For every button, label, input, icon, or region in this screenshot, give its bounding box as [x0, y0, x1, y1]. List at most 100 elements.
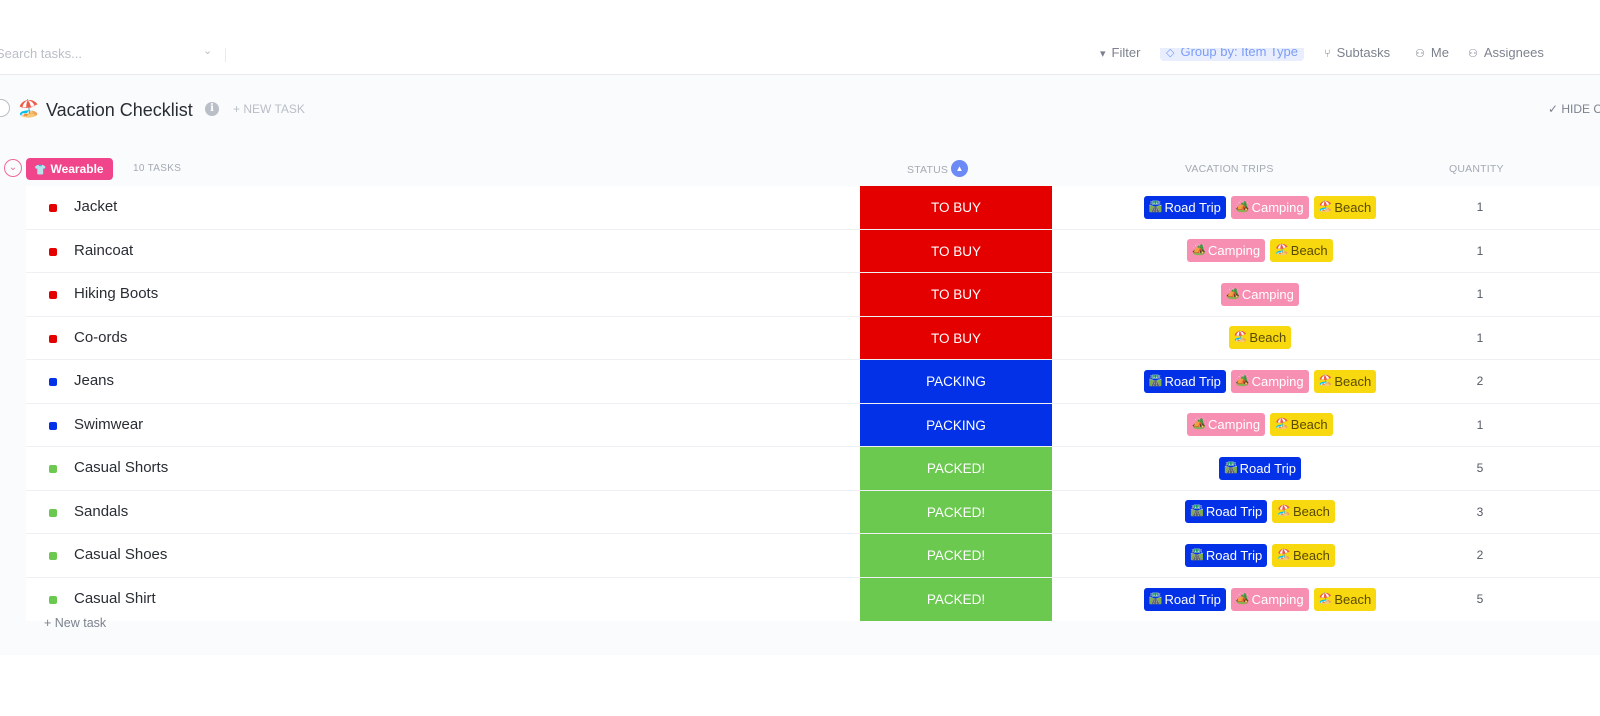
status-cell[interactable]: PACKED! [860, 447, 1052, 490]
status-cell[interactable]: PACKED! [860, 490, 1052, 533]
trip-tag-beach[interactable]: 🏖️ Beach [1313, 369, 1377, 393]
trip-tag-beach[interactable]: 🏖️ Beach [1313, 587, 1377, 611]
task-name[interactable]: Raincoat [74, 242, 133, 259]
trips-cell[interactable]: 🛣️ Road Trip 🏕️ Camping 🏖️ Beach [1052, 360, 1468, 403]
camping-icon: 🏕️ [1235, 374, 1250, 387]
task-name[interactable]: Swimwear [74, 416, 143, 433]
quantity-cell[interactable]: 3 [1466, 491, 1494, 534]
info-icon[interactable]: i [205, 102, 219, 116]
status-dot[interactable] [49, 465, 57, 473]
status-dot[interactable] [49, 508, 57, 517]
trip-tag-road-trip[interactable]: 🛣️ Road Trip [1143, 369, 1226, 393]
status-dot[interactable] [49, 552, 57, 560]
status-cell[interactable]: PACKED! [860, 534, 1052, 577]
trips-cell[interactable]: 🛣️ Road Trip 🏕️ Camping 🏖️ Beach [1052, 186, 1468, 229]
group-label[interactable]: 👕 Wearable [26, 158, 113, 180]
trip-tag-beach[interactable]: 🏖️ Beach [1270, 239, 1333, 263]
trip-tag-road-trip[interactable]: 🛣️ Road Trip [1185, 543, 1268, 567]
trips-cell[interactable]: 🛣️ Road Trip [1052, 447, 1468, 490]
task-name[interactable]: Sandals [74, 503, 128, 520]
quantity-column-header[interactable]: QUANTITY [1449, 163, 1504, 175]
trip-tag-camping[interactable]: 🏕️ Camping [1221, 282, 1299, 306]
table-row[interactable]: Casual Shoes PACKED! 🛣️ Road Trip 🏖️ Beach 2 [26, 534, 1600, 578]
trip-tag-road-trip[interactable]: 🛣️ Road Trip [1185, 500, 1268, 524]
quantity-cell[interactable]: 2 [1466, 360, 1494, 403]
status-cell[interactable]: PACKING [860, 403, 1052, 446]
trip-tag-label: Beach [1292, 547, 1330, 563]
new-task-button[interactable]: + NEW TASK [233, 102, 305, 116]
quantity-cell[interactable]: 5 [1466, 578, 1494, 622]
table-row[interactable]: Co-ords TO BUY 🏖️ Beach 1 [26, 316, 1600, 360]
filter-button[interactable]: ▾ Filter [1100, 48, 1140, 60]
table-row[interactable]: Jacket TO BUY 🛣️ Road Trip 🏕️ Camping 🏖️ Beach 1 [26, 186, 1600, 230]
task-name[interactable]: Co-ords [74, 329, 127, 346]
trip-tag-road-trip[interactable]: 🛣️ Road Trip [1218, 456, 1302, 480]
quantity-cell[interactable]: 1 [1466, 186, 1494, 229]
table-row[interactable]: Hiking Boots TO BUY 🏕️ Camping 1 [26, 273, 1600, 317]
hide-closed-button[interactable]: ✓ HIDE C [1548, 102, 1600, 116]
trips-cell[interactable]: 🛣️ Road Trip 🏖️ Beach [1052, 491, 1468, 534]
status-dot[interactable] [49, 334, 57, 343]
table-row[interactable]: Casual Shirt PACKED! 🛣️ Road Trip 🏕️ Camping 🏖… [26, 577, 1600, 622]
search-input[interactable]: Search tasks... [0, 48, 82, 61]
status-dot[interactable] [49, 421, 57, 430]
table-row[interactable]: Jeans PACKING 🛣️ Road Trip 🏕️ Camping 🏖️ Beach 2 [26, 360, 1600, 404]
add-task-button[interactable]: + New task [44, 616, 106, 630]
task-name[interactable]: Casual Shoes [74, 546, 167, 563]
trips-cell[interactable]: 🏖️ Beach [1052, 317, 1468, 360]
quantity-cell[interactable]: 1 [1466, 317, 1494, 360]
quantity-cell[interactable]: 5 [1466, 447, 1494, 490]
quantity-cell[interactable]: 1 [1466, 230, 1494, 273]
trip-tag-beach[interactable]: 🏖️ Beach [1228, 326, 1292, 350]
quantity-cell[interactable]: 1 [1466, 273, 1494, 316]
table-row[interactable]: Casual Shorts PACKED! 🛣️ Road Trip 5 [26, 447, 1600, 491]
trip-tag-beach[interactable]: 🏖️ Beach [1313, 195, 1377, 219]
me-button[interactable]: ⚇ Me [1415, 48, 1449, 60]
trip-tag-road-trip[interactable]: 🛣️ Road Trip [1143, 195, 1226, 219]
status-cell[interactable]: TO BUY [860, 316, 1052, 359]
quantity-cell[interactable]: 2 [1466, 534, 1494, 577]
status-dot[interactable] [49, 291, 57, 299]
trip-tag-road-trip[interactable]: 🛣️ Road Trip [1143, 587, 1226, 611]
task-name[interactable]: Jacket [74, 198, 117, 215]
status-column-header[interactable]: STATUS ▲ [907, 160, 969, 177]
trip-tag-camping[interactable]: 🏕️ Camping [1187, 413, 1266, 437]
trip-tag-beach[interactable]: 🏖️ Beach [1270, 413, 1333, 437]
status-dot[interactable] [49, 378, 57, 386]
task-name[interactable]: Casual Shirt [74, 590, 156, 607]
trips-cell[interactable]: 🏕️ Camping 🏖️ Beach [1052, 404, 1468, 447]
status-dot[interactable] [49, 204, 57, 212]
list-collapse-button[interactable] [0, 99, 10, 117]
assignees-button[interactable]: ⚇ Assignees [1468, 48, 1544, 60]
status-cell[interactable]: PACKED! [860, 577, 1052, 621]
status-dot[interactable] [49, 247, 57, 256]
sort-ascending-icon[interactable]: ▲ [951, 160, 969, 177]
status-cell[interactable]: TO BUY [860, 186, 1052, 229]
trips-column-header[interactable]: VACATION TRIPS [1185, 163, 1274, 175]
trip-tag-camping[interactable]: 🏕️ Camping [1230, 195, 1309, 219]
status-cell[interactable]: PACKING [860, 360, 1052, 403]
trip-tag-camping[interactable]: 🏕️ Camping [1230, 587, 1309, 611]
status-dot[interactable] [49, 595, 57, 604]
group-by-button[interactable]: ◇ Group by: Item Type [1160, 48, 1305, 61]
status-cell[interactable]: TO BUY [860, 273, 1052, 316]
task-name[interactable]: Hiking Boots [74, 285, 158, 302]
trips-cell[interactable]: 🛣️ Road Trip 🏕️ Camping 🏖️ Beach [1052, 578, 1468, 622]
trip-tag-camping[interactable]: 🏕️ Camping [1230, 369, 1309, 393]
quantity-cell[interactable]: 1 [1466, 404, 1494, 447]
trips-cell[interactable]: 🏕️ Camping 🏖️ Beach [1052, 230, 1468, 273]
subtasks-button[interactable]: ⑂ Subtasks [1324, 48, 1390, 60]
chevron-down-icon[interactable]: ⌄ [203, 48, 212, 57]
group-collapse-button[interactable]: ⌄ [4, 159, 22, 177]
table-row[interactable]: Raincoat TO BUY 🏕️ Camping 🏖️ Beach 1 [26, 229, 1600, 273]
table-row[interactable]: Swimwear PACKING 🏕️ Camping 🏖️ Beach 1 [26, 403, 1600, 447]
task-name[interactable]: Jeans [74, 372, 114, 389]
trips-cell[interactable]: 🏕️ Camping [1052, 273, 1468, 316]
status-cell[interactable]: TO BUY [860, 229, 1052, 272]
trip-tag-camping[interactable]: 🏕️ Camping [1187, 239, 1266, 263]
trips-cell[interactable]: 🛣️ Road Trip 🏖️ Beach [1052, 534, 1468, 577]
trip-tag-beach[interactable]: 🏖️ Beach [1272, 500, 1335, 524]
table-row[interactable]: Sandals PACKED! 🛣️ Road Trip 🏖️ Beach 3 [26, 490, 1600, 534]
task-name[interactable]: Casual Shorts [74, 459, 168, 476]
trip-tag-beach[interactable]: 🏖️ Beach [1272, 543, 1335, 567]
